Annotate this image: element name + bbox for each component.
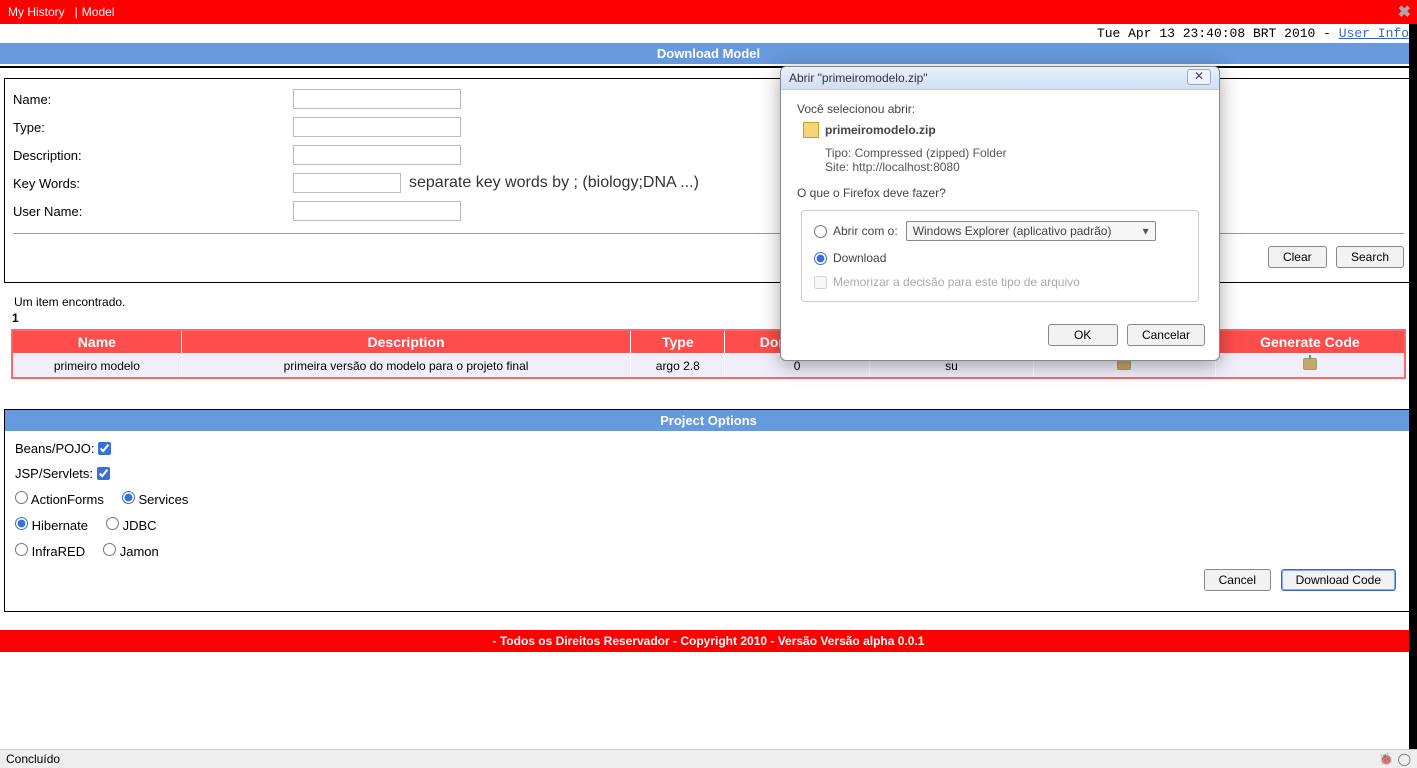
dialog-action-group: Abrir com o: Windows Explorer (aplicativ…: [801, 210, 1199, 302]
zip-icon: [803, 122, 819, 138]
keywords-hint: separate key words by ; (biology;DNA ...…: [409, 174, 699, 192]
jamon-label: Jamon: [120, 544, 159, 559]
jsp-label: JSP/Servlets:: [15, 466, 93, 481]
cancel-button[interactable]: Cancel: [1204, 569, 1271, 591]
download-label: Download: [833, 251, 886, 265]
datetime-text: Tue Apr 13 23:40:08 BRT 2010: [1097, 26, 1315, 41]
open-with-radio[interactable]: [814, 225, 827, 238]
open-with-label: Abrir com o:: [833, 224, 898, 238]
dialog-type-label: Tipo:: [825, 146, 851, 160]
services-radio[interactable]: [122, 491, 135, 504]
open-with-combo[interactable]: Windows Explorer (aplicativo padrão): [906, 221, 1156, 241]
project-options-block: Project Options Beans/POJO: JSP/Servlets…: [4, 409, 1413, 612]
jdbc-radio[interactable]: [106, 517, 119, 530]
dialog-you-selected: Você selecionou abrir:: [797, 102, 1203, 116]
remember-checkbox: [814, 276, 827, 289]
jdbc-label: JDBC: [123, 518, 157, 533]
dialog-title-text: Abrir "primeiromodelo.zip": [789, 71, 928, 85]
jamon-radio[interactable]: [103, 543, 116, 556]
hibernate-label: Hibernate: [32, 518, 88, 533]
th-description: Description: [181, 330, 631, 354]
name-input[interactable]: [293, 89, 461, 109]
infrared-label: InfraRED: [32, 544, 85, 559]
status-bar: Concluído 🐞◯: [0, 749, 1417, 768]
nav-separator: |: [75, 5, 78, 19]
download-radio[interactable]: [814, 252, 827, 265]
dialog-what-should: O que o Firefox deve fazer?: [797, 186, 1203, 200]
hibernate-radio[interactable]: [15, 517, 28, 530]
beans-label: Beans/POJO:: [15, 441, 94, 456]
nav-model[interactable]: Model: [82, 5, 115, 19]
description-label: Description:: [13, 148, 293, 163]
th-name: Name: [12, 330, 181, 354]
type-label: Type:: [13, 120, 293, 135]
actionforms-label: ActionForms: [31, 492, 104, 507]
description-input[interactable]: [293, 145, 461, 165]
cell-type: argo 2.8: [631, 354, 725, 379]
right-border: [1409, 0, 1417, 768]
download-dialog: Abrir "primeiromodelo.zip" ✕ Você seleci…: [780, 66, 1220, 361]
dialog-cancel-button[interactable]: Cancelar: [1127, 324, 1205, 346]
beans-checkbox[interactable]: [98, 442, 111, 455]
nav-my-history[interactable]: My History: [8, 5, 65, 19]
download-code-button[interactable]: Download Code: [1281, 569, 1396, 591]
search-button[interactable]: Search: [1336, 246, 1404, 268]
username-label: User Name:: [13, 204, 293, 219]
box-icon: [1303, 358, 1317, 370]
cell-name: primeiro modelo: [12, 354, 181, 379]
user-info-link[interactable]: User Info: [1339, 26, 1409, 41]
type-input[interactable]: [293, 117, 461, 137]
remember-label: Memorizar a decisão para este tipo de ar…: [833, 275, 1080, 289]
status-text: Concluído: [6, 752, 60, 766]
infrared-radio[interactable]: [15, 543, 28, 556]
dialog-site-label: Site:: [825, 160, 849, 174]
close-icon[interactable]: ✖: [1398, 2, 1411, 22]
actionforms-radio[interactable]: [15, 491, 28, 504]
dialog-type-value: Compressed (zipped) Folder: [855, 146, 1007, 160]
th-type: Type: [631, 330, 725, 354]
clear-button[interactable]: Clear: [1268, 246, 1327, 268]
status-icons: 🐞◯: [1375, 752, 1411, 766]
services-label: Services: [139, 492, 189, 507]
download-model-header: Download Model: [0, 43, 1417, 64]
dialog-close-button[interactable]: ✕: [1187, 69, 1211, 85]
dialog-filename: primeiromodelo.zip: [825, 123, 936, 137]
cell-generatecode[interactable]: [1215, 354, 1405, 379]
name-label: Name:: [13, 92, 293, 107]
footer: - Todos os Direitos Reservador - Copyrig…: [0, 630, 1417, 652]
circle-icon: ◯: [1398, 752, 1411, 766]
keywords-input[interactable]: [293, 173, 401, 193]
th-generatecode: Generate Code: [1215, 330, 1405, 354]
dialog-site-value: http://localhost:8080: [852, 160, 959, 174]
datetime-row: Tue Apr 13 23:40:08 BRT 2010 - User Info: [0, 24, 1417, 43]
dialog-title: Abrir "primeiromodelo.zip" ✕: [781, 67, 1219, 90]
keywords-label: Key Words:: [13, 176, 293, 191]
username-input[interactable]: [293, 201, 461, 221]
top-nav: My History | Model ✖: [0, 0, 1417, 24]
cell-description: primeira versão do modelo para o projeto…: [181, 354, 631, 379]
bug-icon: 🐞: [1379, 752, 1394, 766]
jsp-checkbox[interactable]: [97, 467, 110, 480]
dialog-ok-button[interactable]: OK: [1048, 324, 1118, 346]
project-options-header: Project Options: [5, 410, 1412, 431]
